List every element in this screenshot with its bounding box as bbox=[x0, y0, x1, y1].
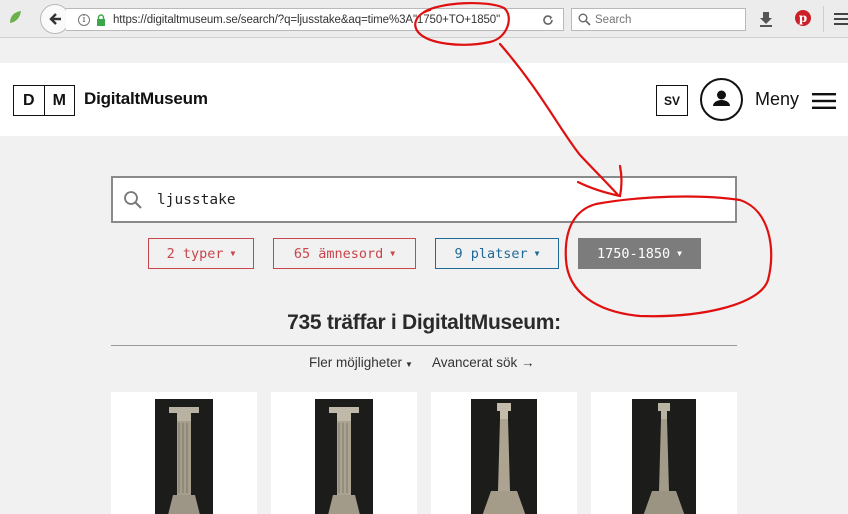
filter-topics[interactable]: 65 ämnesord ▼ bbox=[273, 238, 416, 269]
search-icon bbox=[124, 190, 142, 209]
caret-down-icon: ▼ bbox=[677, 249, 682, 258]
caret-down-icon: ▼ bbox=[230, 249, 236, 258]
logo-letter-d: D bbox=[22, 91, 35, 109]
more-options-dropdown[interactable]: Fler möjligheter ▼ bbox=[309, 355, 413, 370]
leaf-icon bbox=[10, 11, 21, 23]
caret-down-icon: ▼ bbox=[390, 249, 396, 258]
filter-types[interactable]: 2 typer ▼ bbox=[148, 238, 254, 269]
results-count-heading: 735 träffar i DigitaltMuseum: bbox=[287, 311, 561, 334]
search-query-text[interactable]: ljusstake bbox=[157, 192, 236, 208]
result-card[interactable] bbox=[431, 392, 577, 514]
site-name[interactable]: DigitaltMuseum bbox=[84, 89, 208, 109]
logo[interactable]: D M bbox=[13, 85, 75, 116]
result-image[interactable] bbox=[155, 399, 213, 514]
user-button[interactable] bbox=[700, 78, 743, 121]
lock-icon bbox=[97, 13, 105, 26]
filter-types-label: 2 typer bbox=[166, 245, 224, 262]
divider bbox=[111, 345, 737, 346]
reload-icon[interactable] bbox=[541, 13, 555, 27]
browser-search-box[interactable] bbox=[571, 8, 746, 31]
advanced-search-link[interactable]: Avancerat sök → bbox=[432, 355, 535, 370]
caret-down-icon: ▼ bbox=[534, 249, 540, 258]
result-card[interactable] bbox=[271, 392, 417, 514]
browser-search-input[interactable] bbox=[595, 13, 735, 26]
more-options-label: Fler möjligheter bbox=[309, 355, 403, 370]
filter-places[interactable]: 9 platser ▼ bbox=[435, 238, 559, 269]
filter-topics-label: 65 ämnesord bbox=[293, 245, 384, 262]
logo-letter-m: M bbox=[43, 86, 75, 115]
search-icon bbox=[578, 13, 591, 26]
filter-places-label: 9 platser bbox=[454, 245, 528, 262]
toolbar-separator bbox=[823, 6, 824, 32]
info-icon[interactable]: i bbox=[78, 13, 90, 26]
result-card[interactable] bbox=[591, 392, 737, 514]
hamburger-icon[interactable] bbox=[812, 93, 836, 109]
user-icon bbox=[713, 90, 730, 106]
browser-menu-icon[interactable] bbox=[834, 12, 848, 26]
screen: i https://digitaltmuseum.se/search/?q=lj… bbox=[0, 0, 848, 514]
filter-time-label: 1750-1850 bbox=[597, 245, 671, 262]
language-button[interactable]: SV bbox=[656, 85, 688, 116]
filter-time[interactable]: 1750-1850 ▼ bbox=[578, 238, 701, 269]
download-icon[interactable] bbox=[758, 11, 774, 27]
menu-label[interactable]: Meny bbox=[755, 89, 799, 110]
arrow-left-icon bbox=[49, 13, 61, 25]
pinterest-icon[interactable]: p bbox=[795, 10, 811, 26]
site-header: D M DigitaltMuseum SV Meny bbox=[0, 63, 848, 136]
address-bar[interactable]: i https://digitaltmuseum.se/search/?q=lj… bbox=[66, 8, 564, 31]
result-image[interactable] bbox=[632, 399, 696, 514]
url-text[interactable]: https://digitaltmuseum.se/search/?q=ljus… bbox=[113, 14, 500, 26]
caret-down-icon: ▼ bbox=[405, 360, 413, 369]
result-card[interactable] bbox=[111, 392, 257, 514]
result-image[interactable] bbox=[471, 399, 537, 514]
result-image[interactable] bbox=[315, 399, 373, 514]
browser-toolbar: i https://digitaltmuseum.se/search/?q=lj… bbox=[0, 0, 848, 38]
main-search-field[interactable]: ljusstake bbox=[111, 176, 737, 223]
